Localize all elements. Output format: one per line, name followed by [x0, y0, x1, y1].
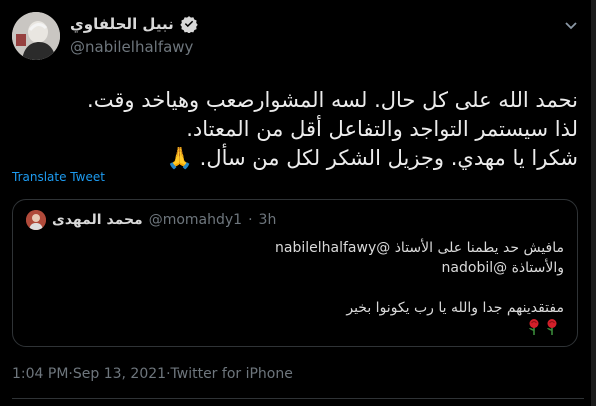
rose-icon — [547, 319, 557, 335]
quoted-separator: · — [248, 212, 253, 228]
tweet-text: نحمد الله على كل حال. لسه المشوارصعب وهي… — [12, 86, 578, 173]
author-name-row: نبيل الحلفاوي — [70, 13, 198, 35]
quoted-text-segment: مافيش حد يطمنا على الأستاذ — [390, 240, 564, 256]
quoted-tweet-text: مافيش حد يطمنا على الأستاذ @nabilelhalfa… — [26, 238, 564, 318]
tweet-timestamp: 1:04 PM · Sep 13, 2021 · Twitter for iPh… — [12, 366, 293, 382]
mention-link[interactable]: @nabilelhalfawy — [275, 240, 390, 256]
tweet-card: نبيل الحلفاوي @nabilelhalfawy نحمد الله … — [0, 0, 596, 406]
author-avatar[interactable] — [12, 12, 60, 60]
user-avatar-image — [26, 210, 46, 230]
translate-tweet-link[interactable]: Translate Tweet — [12, 170, 105, 184]
tweet-date[interactable]: Sep 13, 2021 — [73, 366, 166, 382]
more-options-button[interactable] — [560, 14, 582, 36]
tweet-text-line: لذا سيستمر التواجد والتفاعل أقل من المعت… — [186, 117, 578, 141]
author-display-name[interactable]: نبيل الحلفاوي — [70, 15, 174, 33]
quoted-text-line: والأستاذة @nadobil — [26, 258, 564, 278]
divider — [12, 398, 584, 399]
user-avatar-image — [12, 12, 60, 60]
quoted-text-line: مفتقدينهم جدا والله يا رب يكونوا بخير — [346, 300, 564, 316]
quoted-text-line — [26, 278, 564, 298]
verified-badge-icon — [180, 16, 198, 33]
quoted-age: 3h — [258, 212, 277, 228]
chevron-down-icon — [565, 22, 577, 30]
tweet-client[interactable]: Twitter for iPhone — [171, 366, 293, 382]
quoted-author-handle: @momahdy1 — [148, 212, 243, 228]
rose-icon — [529, 319, 539, 335]
scrollbar[interactable] — [591, 0, 596, 406]
author-handle[interactable]: @nabilelhalfawy — [70, 38, 193, 56]
quoted-tweet-header: محمد المهدى @momahdy1 · 3h — [26, 210, 276, 230]
quoted-text-segment: والأستاذة — [507, 260, 564, 276]
quoted-author-avatar[interactable] — [26, 210, 46, 230]
quoted-text-line: مافيش حد يطمنا على الأستاذ @nabilelhalfa… — [26, 238, 564, 258]
rose-emoji-group — [527, 318, 559, 336]
mention-link[interactable]: @nadobil — [442, 260, 508, 276]
tweet-time[interactable]: 1:04 PM — [12, 366, 68, 382]
tweet-text-line: نحمد الله على كل حال. لسه المشوارصعب وهي… — [87, 88, 578, 112]
quoted-tweet[interactable]: محمد المهدى @momahdy1 · 3h مافيش حد يطمن… — [12, 199, 578, 347]
quoted-author-name: محمد المهدى — [52, 212, 143, 228]
tweet-text-line: شكرا يا مهدي. وجزيل الشكر لكل من سأل. 🙏 — [166, 146, 578, 170]
